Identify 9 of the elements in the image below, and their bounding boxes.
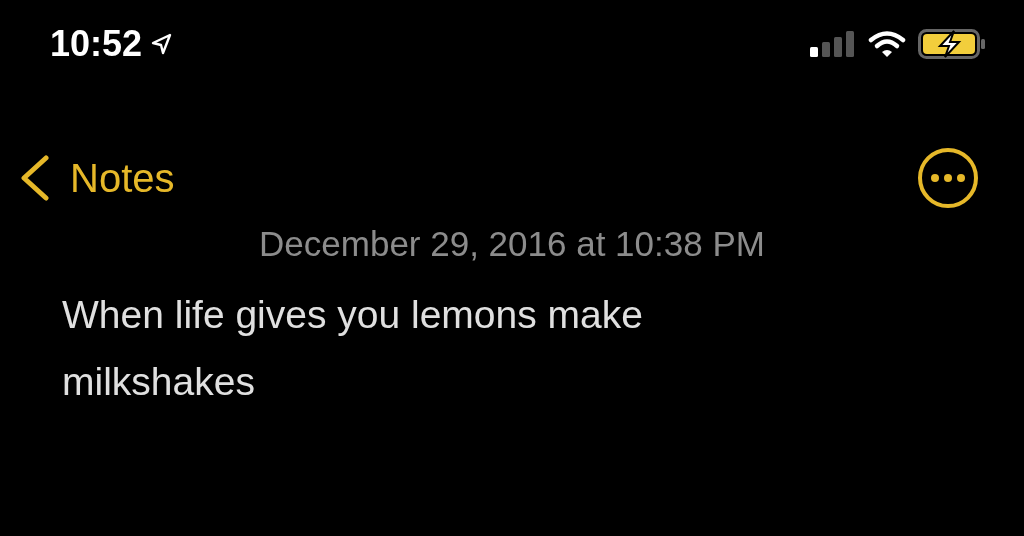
note-date: December 29, 2016 at 10:38 PM <box>258 226 766 261</box>
clock-time: 10:52 <box>50 26 143 62</box>
wifi-icon <box>868 30 906 58</box>
signal-icon <box>810 31 856 57</box>
note-body: When life gives you lemons make milkshakes <box>62 292 644 405</box>
more-icon <box>931 174 965 182</box>
back-button[interactable]: Notes <box>18 155 175 201</box>
chevron-left-icon <box>18 155 50 201</box>
more-button[interactable] <box>918 148 978 208</box>
